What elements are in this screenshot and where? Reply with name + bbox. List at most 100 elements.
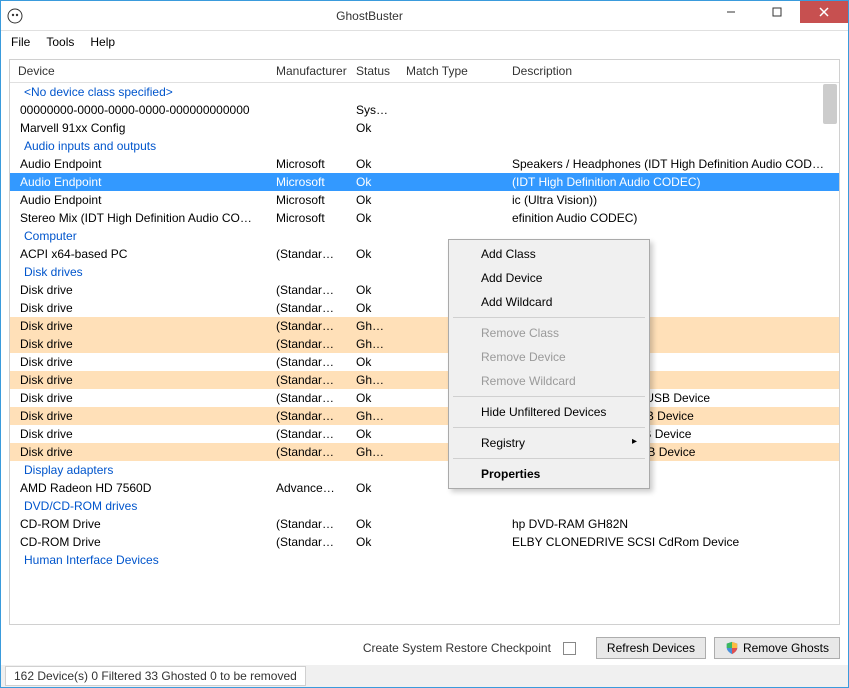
cell-desc (504, 101, 839, 119)
refresh-devices-button[interactable]: Refresh Devices (596, 637, 706, 659)
checkpoint-checkbox[interactable] (563, 642, 576, 655)
cell-status: Ok (348, 353, 398, 371)
table-row[interactable]: Disk drive(Standard di...OkGeneric- MS/M… (10, 425, 839, 443)
column-header-status[interactable]: Status (348, 60, 398, 82)
ctx-add-device[interactable]: Add Device (451, 266, 647, 290)
table-row[interactable]: Disk drive(Standard di...Ok Device (10, 299, 839, 317)
table-row[interactable]: Disk drive(Standard di...GhostedUSB Devi… (10, 371, 839, 389)
ctx-hide-unfiltered[interactable]: Hide Unfiltered Devices (451, 400, 647, 424)
ctx-properties[interactable]: Properties (451, 462, 647, 486)
group-header[interactable]: Human Interface Devices (10, 551, 839, 569)
table-row[interactable]: Audio EndpointMicrosoftOk(IDT High Defin… (10, 173, 839, 191)
table-row[interactable]: Disk drive(Standard di...Ghosted2A7B2 (10, 335, 839, 353)
cell-status: Ok (348, 425, 398, 443)
table-row[interactable]: Disk drive(Standard di...GhostedSanDisk … (10, 443, 839, 461)
group-header[interactable]: Disk drives (10, 263, 839, 281)
cell-mfr: (Standard di... (268, 299, 348, 317)
cell-device: Disk drive (10, 425, 268, 443)
cell-device: Disk drive (10, 389, 268, 407)
table-row[interactable]: Disk drive(Standard di...Oke USB Device (10, 281, 839, 299)
checkpoint-label: Create System Restore Checkpoint (363, 641, 551, 655)
group-header[interactable]: DVD/CD-ROM drives (10, 497, 839, 515)
statusbar: 162 Device(s) 0 Filtered 33 Ghosted 0 to… (1, 665, 848, 687)
cell-mfr: (Standard di... (268, 335, 348, 353)
cell-desc (504, 119, 839, 137)
cell-desc: ELBY CLONEDRIVE SCSI CdRom Device (504, 533, 839, 551)
table-row[interactable]: ACPI x64-based PC(Standard c...Ok (10, 245, 839, 263)
table-header: DeviceManufacturerStatusMatch TypeDescri… (10, 60, 839, 83)
column-header-device[interactable]: Device (10, 60, 268, 82)
ctx-separator (453, 317, 645, 318)
table-row[interactable]: Disk drive(Standard di...Ok2 (10, 353, 839, 371)
maximize-button[interactable] (754, 1, 800, 23)
group-header[interactable]: Display adapters (10, 461, 839, 479)
cell-mfr: Microsoft (268, 173, 348, 191)
menu-help[interactable]: Help (90, 35, 115, 49)
cell-device: Disk drive (10, 407, 268, 425)
cell-status: Ok (348, 245, 398, 263)
cell-mfr (268, 101, 348, 119)
cell-status: Ok (348, 209, 398, 227)
cell-mfr: Microsoft (268, 191, 348, 209)
table-row[interactable]: Marvell 91xx ConfigOk (10, 119, 839, 137)
remove-ghosts-button[interactable]: Remove Ghosts (714, 637, 840, 659)
ctx-remove-wildcard: Remove Wildcard (451, 369, 647, 393)
cell-device: Disk drive (10, 317, 268, 335)
scrollbar-thumb[interactable] (823, 84, 837, 124)
group-header[interactable]: Computer (10, 227, 839, 245)
group-header[interactable]: <No device class specified> (10, 83, 839, 101)
cell-mfr: (Standard di... (268, 389, 348, 407)
cell-status: Ghosted (348, 407, 398, 425)
cell-device: Marvell 91xx Config (10, 119, 268, 137)
cell-status: Ok (348, 533, 398, 551)
table-row[interactable]: Stereo Mix (IDT High Definition Audio CO… (10, 209, 839, 227)
ctx-remove-device: Remove Device (451, 345, 647, 369)
cell-status: Ok (348, 479, 398, 497)
close-button[interactable] (800, 1, 848, 23)
cell-mfr: (Standard di... (268, 317, 348, 335)
ctx-remove-class: Remove Class (451, 321, 647, 345)
app-icon (7, 8, 23, 24)
cell-device: Disk drive (10, 371, 268, 389)
cell-mfr: Microsoft (268, 155, 348, 173)
table-row[interactable]: AMD Radeon HD 7560DAdvanced ...Ok (10, 479, 839, 497)
cell-mfr: (Standard di... (268, 281, 348, 299)
cell-match (398, 173, 504, 191)
ctx-registry[interactable]: Registry (451, 431, 647, 455)
table-row[interactable]: CD-ROM Drive(Standard C...OkELBY CLONEDR… (10, 533, 839, 551)
table-row[interactable]: CD-ROM Drive(Standard C...Okhp DVD-RAM G… (10, 515, 839, 533)
menu-file[interactable]: File (11, 35, 30, 49)
cell-device: Disk drive (10, 443, 268, 461)
shield-icon (725, 641, 739, 655)
cell-match (398, 515, 504, 533)
ctx-add-wildcard[interactable]: Add Wildcard (451, 290, 647, 314)
table-row[interactable]: Audio EndpointMicrosoftOkic (Ultra Visio… (10, 191, 839, 209)
ctx-add-class[interactable]: Add Class (451, 242, 647, 266)
cell-status: Ok (348, 299, 398, 317)
cell-status: System (348, 101, 398, 119)
status-text: 162 Device(s) 0 Filtered 33 Ghosted 0 to… (5, 666, 306, 686)
cell-device: Disk drive (10, 335, 268, 353)
cell-desc: Speakers / Headphones (IDT High Definiti… (504, 155, 839, 173)
context-menu: Add Class Add Device Add Wildcard Remove… (448, 239, 650, 489)
column-header-manufacturer[interactable]: Manufacturer (268, 60, 348, 82)
cell-status: Ok (348, 173, 398, 191)
table-row[interactable]: Audio EndpointMicrosoftOkSpeakers / Head… (10, 155, 839, 173)
column-header-description[interactable]: Description (504, 60, 839, 82)
window-title: GhostBuster (31, 9, 708, 23)
table-row[interactable]: Disk drive(Standard di...Ghosted (10, 317, 839, 335)
menu-tools[interactable]: Tools (46, 35, 74, 49)
titlebar: GhostBuster (1, 1, 848, 31)
cell-device: Stereo Mix (IDT High Definition Audio CO… (10, 209, 268, 227)
minimize-button[interactable] (708, 1, 754, 23)
cell-match (398, 101, 504, 119)
cell-device: Disk drive (10, 353, 268, 371)
table-row[interactable]: Disk drive(Standard di...GhostedIC25N080… (10, 407, 839, 425)
table-row[interactable]: 00000000-0000-0000-0000-000000000000Syst… (10, 101, 839, 119)
table-row[interactable]: Disk drive(Standard di...OkGeneric- Comp… (10, 389, 839, 407)
group-header[interactable]: Audio inputs and outputs (10, 137, 839, 155)
cell-status: Ok (348, 155, 398, 173)
cell-mfr: (Standard di... (268, 443, 348, 461)
column-header-match[interactable]: Match Type (398, 60, 504, 82)
cell-match (398, 155, 504, 173)
